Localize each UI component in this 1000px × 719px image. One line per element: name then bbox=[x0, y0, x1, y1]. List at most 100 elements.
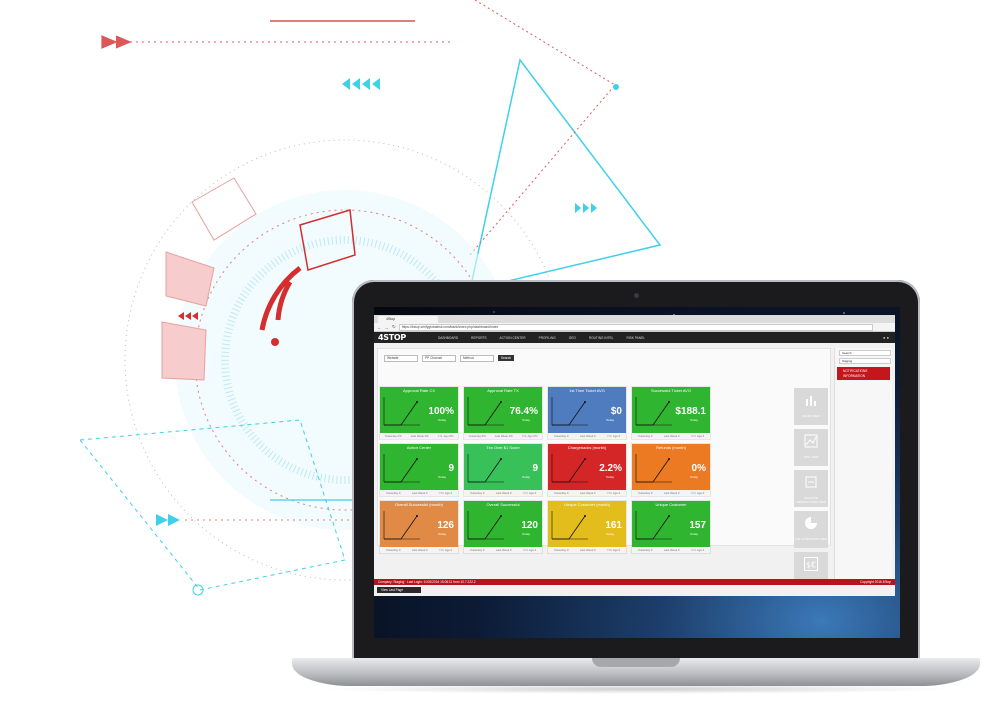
copyright: Copyright 2016 4Stop bbox=[860, 580, 891, 584]
nav-geo[interactable]: GEO bbox=[569, 336, 576, 340]
kpi-yesterday: Yesterday 0 bbox=[637, 548, 653, 552]
kpi-last-week: Last Week 0 bbox=[495, 491, 512, 495]
kpi-sparkline bbox=[467, 397, 504, 426]
kpi-sparkline bbox=[467, 454, 504, 483]
kpi-comparison-row: Yesterday 0% Last Week 0% Y.O. Ago 0% bbox=[380, 433, 458, 439]
nav-risk-panel[interactable]: RISK PANEL bbox=[626, 336, 645, 340]
kpi-sparkline bbox=[551, 511, 588, 540]
kpi-year-ago: Y.O. Ago 0 bbox=[439, 491, 453, 495]
webcam bbox=[634, 293, 639, 298]
kpi-value: 76.4% bbox=[509, 406, 538, 417]
kpi-card-title: Chargebacks (month) bbox=[567, 445, 607, 450]
kpi-card-title: Overall Successful (month) bbox=[394, 502, 443, 507]
currency-view-button[interactable]: $€ bbox=[794, 552, 828, 582]
kpi-yesterday: Yesterday 0 bbox=[637, 491, 653, 495]
kpi-last-week: Last Week 0 bbox=[411, 491, 428, 495]
kpi-comparison-row: Yesterday 0 Last Week 0 Y.O. Ago 0 bbox=[632, 547, 710, 553]
negative-transactions-view-button[interactable]: NEGATIVE TRANSACTIONS VIEW bbox=[794, 470, 828, 507]
risk-view-label: RISK VIEW bbox=[803, 455, 819, 459]
kpi-value: $0 bbox=[610, 406, 622, 417]
kpi-card-title: Refunds (month) bbox=[656, 445, 686, 450]
kpi-card[interactable]: Successful Ticket AVG $188.1 Today Yesterda… bbox=[632, 387, 710, 439]
kpi-last-week: Last Week 0 bbox=[411, 548, 428, 552]
kpi-value: 0% bbox=[691, 463, 706, 474]
view-last-page-button[interactable]: View Last Page bbox=[377, 587, 421, 593]
laptop-base bbox=[292, 658, 980, 686]
bar-chart-icon bbox=[806, 396, 816, 406]
kpi-period: Today bbox=[689, 532, 698, 536]
kpi-period: Today bbox=[605, 532, 614, 536]
browser-tab[interactable]: 4Stop bbox=[378, 316, 438, 323]
panel-search-input[interactable]: Search bbox=[839, 350, 891, 356]
kpi-last-week: Last Week 0% bbox=[494, 434, 513, 438]
kpi-period: Today bbox=[437, 475, 446, 479]
reload-icon[interactable]: ↻ bbox=[392, 324, 396, 330]
nav-routing-intel[interactable]: ROUTING INTEL bbox=[589, 336, 614, 340]
kpi-period: Today bbox=[437, 532, 446, 536]
kpi-card[interactable]: Chargebacks (month) 2.2% Today Yesterday 0 L… bbox=[548, 444, 626, 496]
user-icon[interactable]: ● ● bbox=[883, 335, 889, 340]
app-logo[interactable]: 4STOP bbox=[378, 333, 406, 342]
nav-dashboard[interactable]: DASHBOARD bbox=[438, 336, 458, 340]
kpi-sparkline bbox=[467, 511, 504, 540]
kpi-card-title: Unique Customer (month) bbox=[563, 502, 611, 507]
environment-select[interactable]: Staging bbox=[839, 358, 891, 364]
kpi-year-ago: Y.O. Ago 0 bbox=[523, 491, 537, 495]
kpi-period: Today bbox=[689, 475, 698, 479]
address-bar[interactable]: https://4stop.verifyglobalrisk.com/bank/… bbox=[398, 323, 873, 331]
kpi-comparison-row: Yesterday 0 Last Week 0 Y.O. Ago 0 bbox=[632, 433, 710, 439]
method-select[interactable]: Method bbox=[460, 355, 494, 362]
kpi-comparison-row: Yesterday 0 Last Week 0 Y.O. Ago 0 bbox=[464, 547, 542, 553]
website-select[interactable]: Website bbox=[384, 355, 418, 362]
laptop-lid: 4Stop ← → ↻ https://4stop.verifyglobalri… bbox=[352, 280, 920, 662]
notifications-box[interactable]: NOTIFICATIONS INFORMATION bbox=[837, 367, 890, 380]
sales-view-button[interactable]: SALES VIEW bbox=[794, 388, 828, 425]
kpi-period: Today bbox=[689, 418, 698, 422]
kpi-value: 126 bbox=[437, 520, 454, 531]
kpi-card[interactable]: Approval Rate TX 76.4% Today Yesterday 0% La… bbox=[464, 387, 542, 439]
svg-text:$€: $€ bbox=[806, 561, 816, 570]
status-footer: Company: Staging · Last Login: 11/02/201… bbox=[374, 579, 895, 585]
forward-icon[interactable]: → bbox=[385, 325, 390, 330]
kpi-yesterday: Yesterday 0 bbox=[637, 434, 653, 438]
kpi-card[interactable]: Approval Rate CX 100% Today Yesterday 0% Las… bbox=[380, 387, 458, 439]
kpi-yesterday: Yesterday 0% bbox=[468, 434, 486, 438]
kpi-sparkline bbox=[383, 511, 420, 540]
kpi-card[interactable]: Overall Successful (month) 126 Today Yester… bbox=[380, 501, 458, 553]
kpi-year-ago: Y.O. Ago 0 bbox=[691, 548, 705, 552]
top-deposits-view-button[interactable]: TOP 10 DEPOSITS VIEW bbox=[794, 511, 828, 548]
browser-window: 4Stop ← → ↻ https://4stop.verifyglobalri… bbox=[374, 315, 895, 596]
top-ruler bbox=[101, 20, 450, 49]
kpi-value: 2.2% bbox=[599, 463, 622, 474]
kpi-last-week: Last Week 0 bbox=[495, 548, 512, 552]
risk-view-button[interactable]: RISK VIEW bbox=[794, 429, 828, 466]
kpi-year-ago: Y.O. Ago 0 bbox=[691, 434, 705, 438]
kpi-last-week: Last Week 0 bbox=[663, 434, 680, 438]
kpi-yesterday: Yesterday 0 bbox=[553, 491, 569, 495]
nav-action-center[interactable]: ACTION CENTER bbox=[500, 336, 526, 340]
kpi-card[interactable]: Txn Over $1 Score 9 Today Yesterday 0 Last W… bbox=[464, 444, 542, 496]
top-deposits-label: TOP 10 DEPOSITS VIEW bbox=[794, 537, 828, 541]
kpi-period: Today bbox=[437, 418, 446, 422]
kpi-card[interactable]: Unique Customer 157 Today Yesterday 0 Last W… bbox=[632, 501, 710, 553]
kpi-card[interactable]: 1st Time Ticket AVG $0 Today Yesterday 0 Las… bbox=[548, 387, 626, 439]
kpi-last-week: Last Week 0 bbox=[663, 491, 680, 495]
channel-select[interactable]: PP Channel bbox=[422, 355, 456, 362]
kpi-last-week: Last Week 0 bbox=[663, 548, 680, 552]
nav-profiling[interactable]: PROFILING bbox=[539, 336, 556, 340]
kpi-card-title: Approval Rate CX bbox=[402, 388, 435, 393]
kpi-card[interactable]: Action Center 9 Today Yesterday 0 Last Week … bbox=[380, 444, 458, 496]
kpi-card[interactable]: Refunds (month) 0% Today Yesterday 0 Last We… bbox=[632, 444, 710, 496]
kpi-comparison-row: Yesterday 0 Last Week 0 Y.O. Ago 0 bbox=[464, 490, 542, 496]
currency-icon: $€ bbox=[804, 557, 818, 571]
kpi-yesterday: Yesterday 0 bbox=[553, 434, 569, 438]
kpi-yesterday: Yesterday 0 bbox=[385, 491, 401, 495]
kpi-comparison-row: Yesterday 0 Last Week 0 Y.O. Ago 0 bbox=[632, 490, 710, 496]
kpi-card-title: Txn Over $1 Score bbox=[486, 445, 520, 450]
kpi-card[interactable]: Overall Successful 120 Today Yesterday 0 Las… bbox=[464, 501, 542, 553]
back-icon[interactable]: ← bbox=[377, 325, 382, 330]
nav-reports[interactable]: REPORTS bbox=[471, 336, 486, 340]
kpi-comparison-row: Yesterday 0 Last Week 0 Y.O. Ago 0 bbox=[380, 490, 458, 496]
search-button[interactable]: Search bbox=[498, 355, 515, 361]
kpi-card[interactable]: Unique Customer (month) 161 Today Yesterday… bbox=[548, 501, 626, 553]
